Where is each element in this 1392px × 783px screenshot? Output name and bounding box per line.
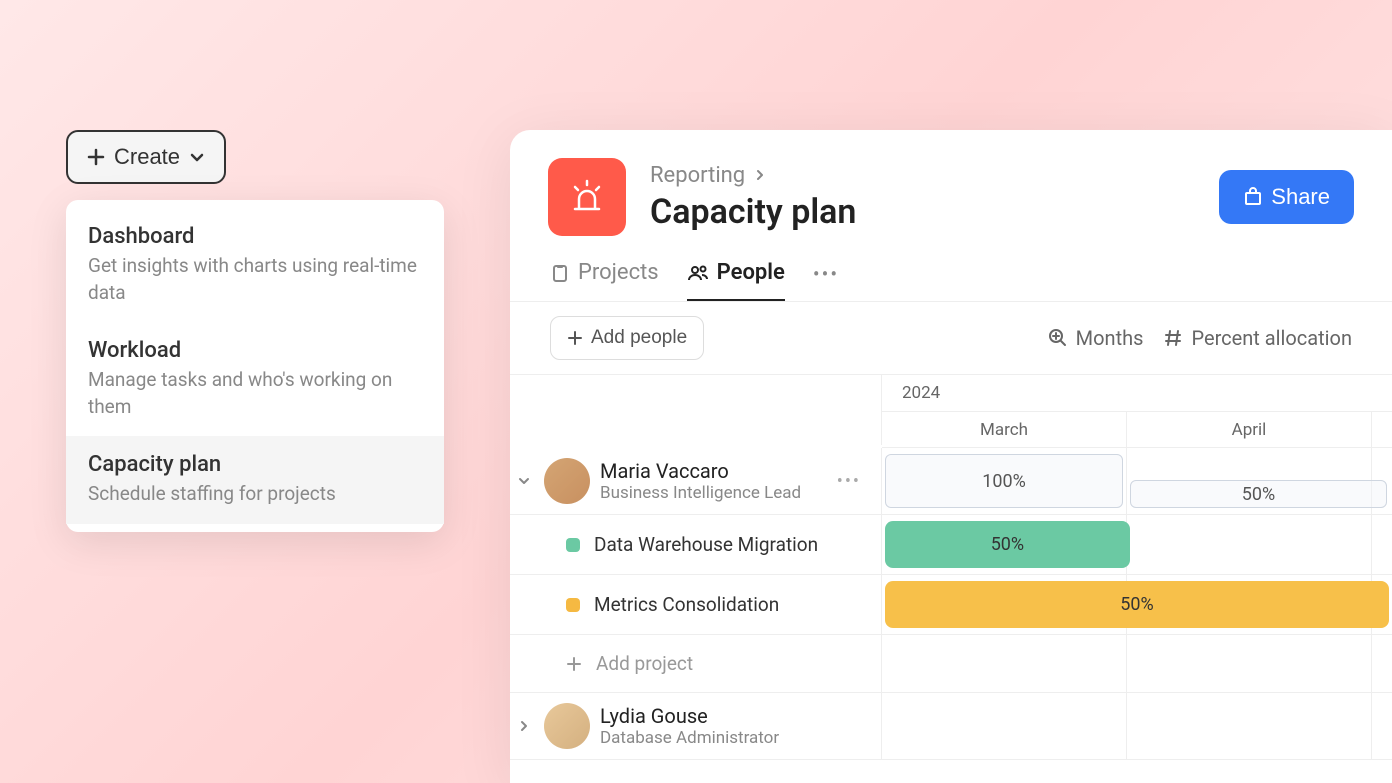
chevron-down-icon — [188, 148, 206, 166]
toolbar: Add people Months Percent allocation — [510, 302, 1392, 374]
siren-icon — [565, 175, 609, 219]
plus-icon — [86, 147, 106, 167]
project-row: Data Warehouse Migration 50% — [510, 515, 1392, 575]
project-color-dot — [566, 538, 580, 552]
allocation-bar[interactable]: 50% — [885, 581, 1389, 628]
add-project-button[interactable]: Add project — [510, 635, 882, 692]
allocation-april[interactable]: 50% — [1130, 480, 1387, 508]
breadcrumb-parent: Reporting — [650, 163, 745, 188]
dropdown-item-desc: Schedule staffing for projects — [88, 481, 422, 508]
tab-more-button[interactable]: ••• — [813, 262, 839, 300]
chevron-down-icon — [517, 474, 531, 488]
person-name: Maria Vaccaro — [600, 459, 801, 483]
hash-icon — [1163, 328, 1183, 348]
dropdown-item-workload[interactable]: Workload Manage tasks and who's working … — [66, 322, 444, 436]
create-button[interactable]: Create — [66, 130, 226, 184]
tab-people[interactable]: People — [687, 260, 785, 301]
plus-icon — [567, 330, 583, 346]
avatar — [544, 458, 590, 504]
chevron-right-icon — [753, 168, 767, 182]
allocation-march[interactable]: 100% — [885, 454, 1123, 508]
collapse-toggle[interactable] — [514, 474, 534, 488]
dropdown-item-desc: Manage tasks and who's working on them — [88, 367, 422, 420]
page-title: Capacity plan — [650, 192, 1195, 232]
zoom-in-icon — [1048, 328, 1068, 348]
share-icon — [1243, 187, 1263, 207]
dropdown-item-title: Capacity plan — [88, 452, 422, 477]
plus-icon — [566, 656, 582, 672]
avatar — [544, 703, 590, 749]
expand-toggle[interactable] — [514, 719, 534, 733]
tab-label: Projects — [578, 260, 659, 285]
create-dropdown: Dashboard Get insights with charts using… — [66, 200, 444, 532]
dropdown-item-capacity-plan[interactable]: Capacity plan Schedule staffing for proj… — [66, 436, 444, 524]
project-row: Metrics Consolidation 50% — [510, 575, 1392, 635]
person-role: Database Administrator — [600, 728, 779, 748]
capacity-grid: 2024 March April Maria Vaccaro Business … — [510, 374, 1392, 760]
add-project-row: Add project — [510, 635, 1392, 693]
app-header: Reporting Capacity plan Share — [510, 130, 1392, 246]
timeline-year: 2024 — [882, 375, 1392, 412]
timeline-month: April — [1127, 412, 1372, 447]
project-color-dot — [566, 598, 580, 612]
row-more-button[interactable]: ••• — [837, 471, 861, 492]
project-name: Metrics Consolidation — [594, 593, 779, 616]
dropdown-item-desc: Get insights with charts using real-time… — [88, 253, 422, 306]
tab-label: People — [717, 260, 785, 285]
person-row: Lydia Gouse Database Administrator — [510, 693, 1392, 760]
timeline-month: March — [882, 412, 1127, 447]
dropdown-item-dashboard[interactable]: Dashboard Get insights with charts using… — [66, 208, 444, 322]
person-name: Lydia Gouse — [600, 704, 779, 728]
tabs: Projects People ••• — [510, 246, 1392, 302]
add-people-button[interactable]: Add people — [550, 316, 704, 360]
create-button-label: Create — [114, 144, 180, 170]
allocation-mode-label: Percent allocation — [1191, 326, 1352, 350]
people-icon — [687, 262, 709, 284]
chevron-right-icon — [517, 719, 531, 733]
dropdown-item-title: Workload — [88, 338, 422, 363]
zoom-label: Months — [1076, 326, 1144, 350]
clipboard-icon — [550, 263, 570, 283]
app-panel: Reporting Capacity plan Share Projects P… — [510, 130, 1392, 783]
breadcrumb[interactable]: Reporting — [650, 163, 1195, 188]
share-button-label: Share — [1271, 184, 1330, 210]
allocation-mode-control[interactable]: Percent allocation — [1163, 326, 1352, 350]
add-people-label: Add people — [591, 327, 687, 349]
person-row: Maria Vaccaro Business Intelligence Lead… — [510, 448, 1392, 515]
dropdown-item-title: Dashboard — [88, 224, 422, 249]
capacity-plan-icon — [548, 158, 626, 236]
project-name: Data Warehouse Migration — [594, 533, 818, 556]
zoom-control[interactable]: Months — [1048, 326, 1144, 350]
share-button[interactable]: Share — [1219, 170, 1354, 224]
person-role: Business Intelligence Lead — [600, 483, 801, 503]
allocation-bar[interactable]: 50% — [885, 521, 1130, 568]
tab-projects[interactable]: Projects — [550, 260, 659, 301]
add-project-label: Add project — [596, 652, 693, 675]
